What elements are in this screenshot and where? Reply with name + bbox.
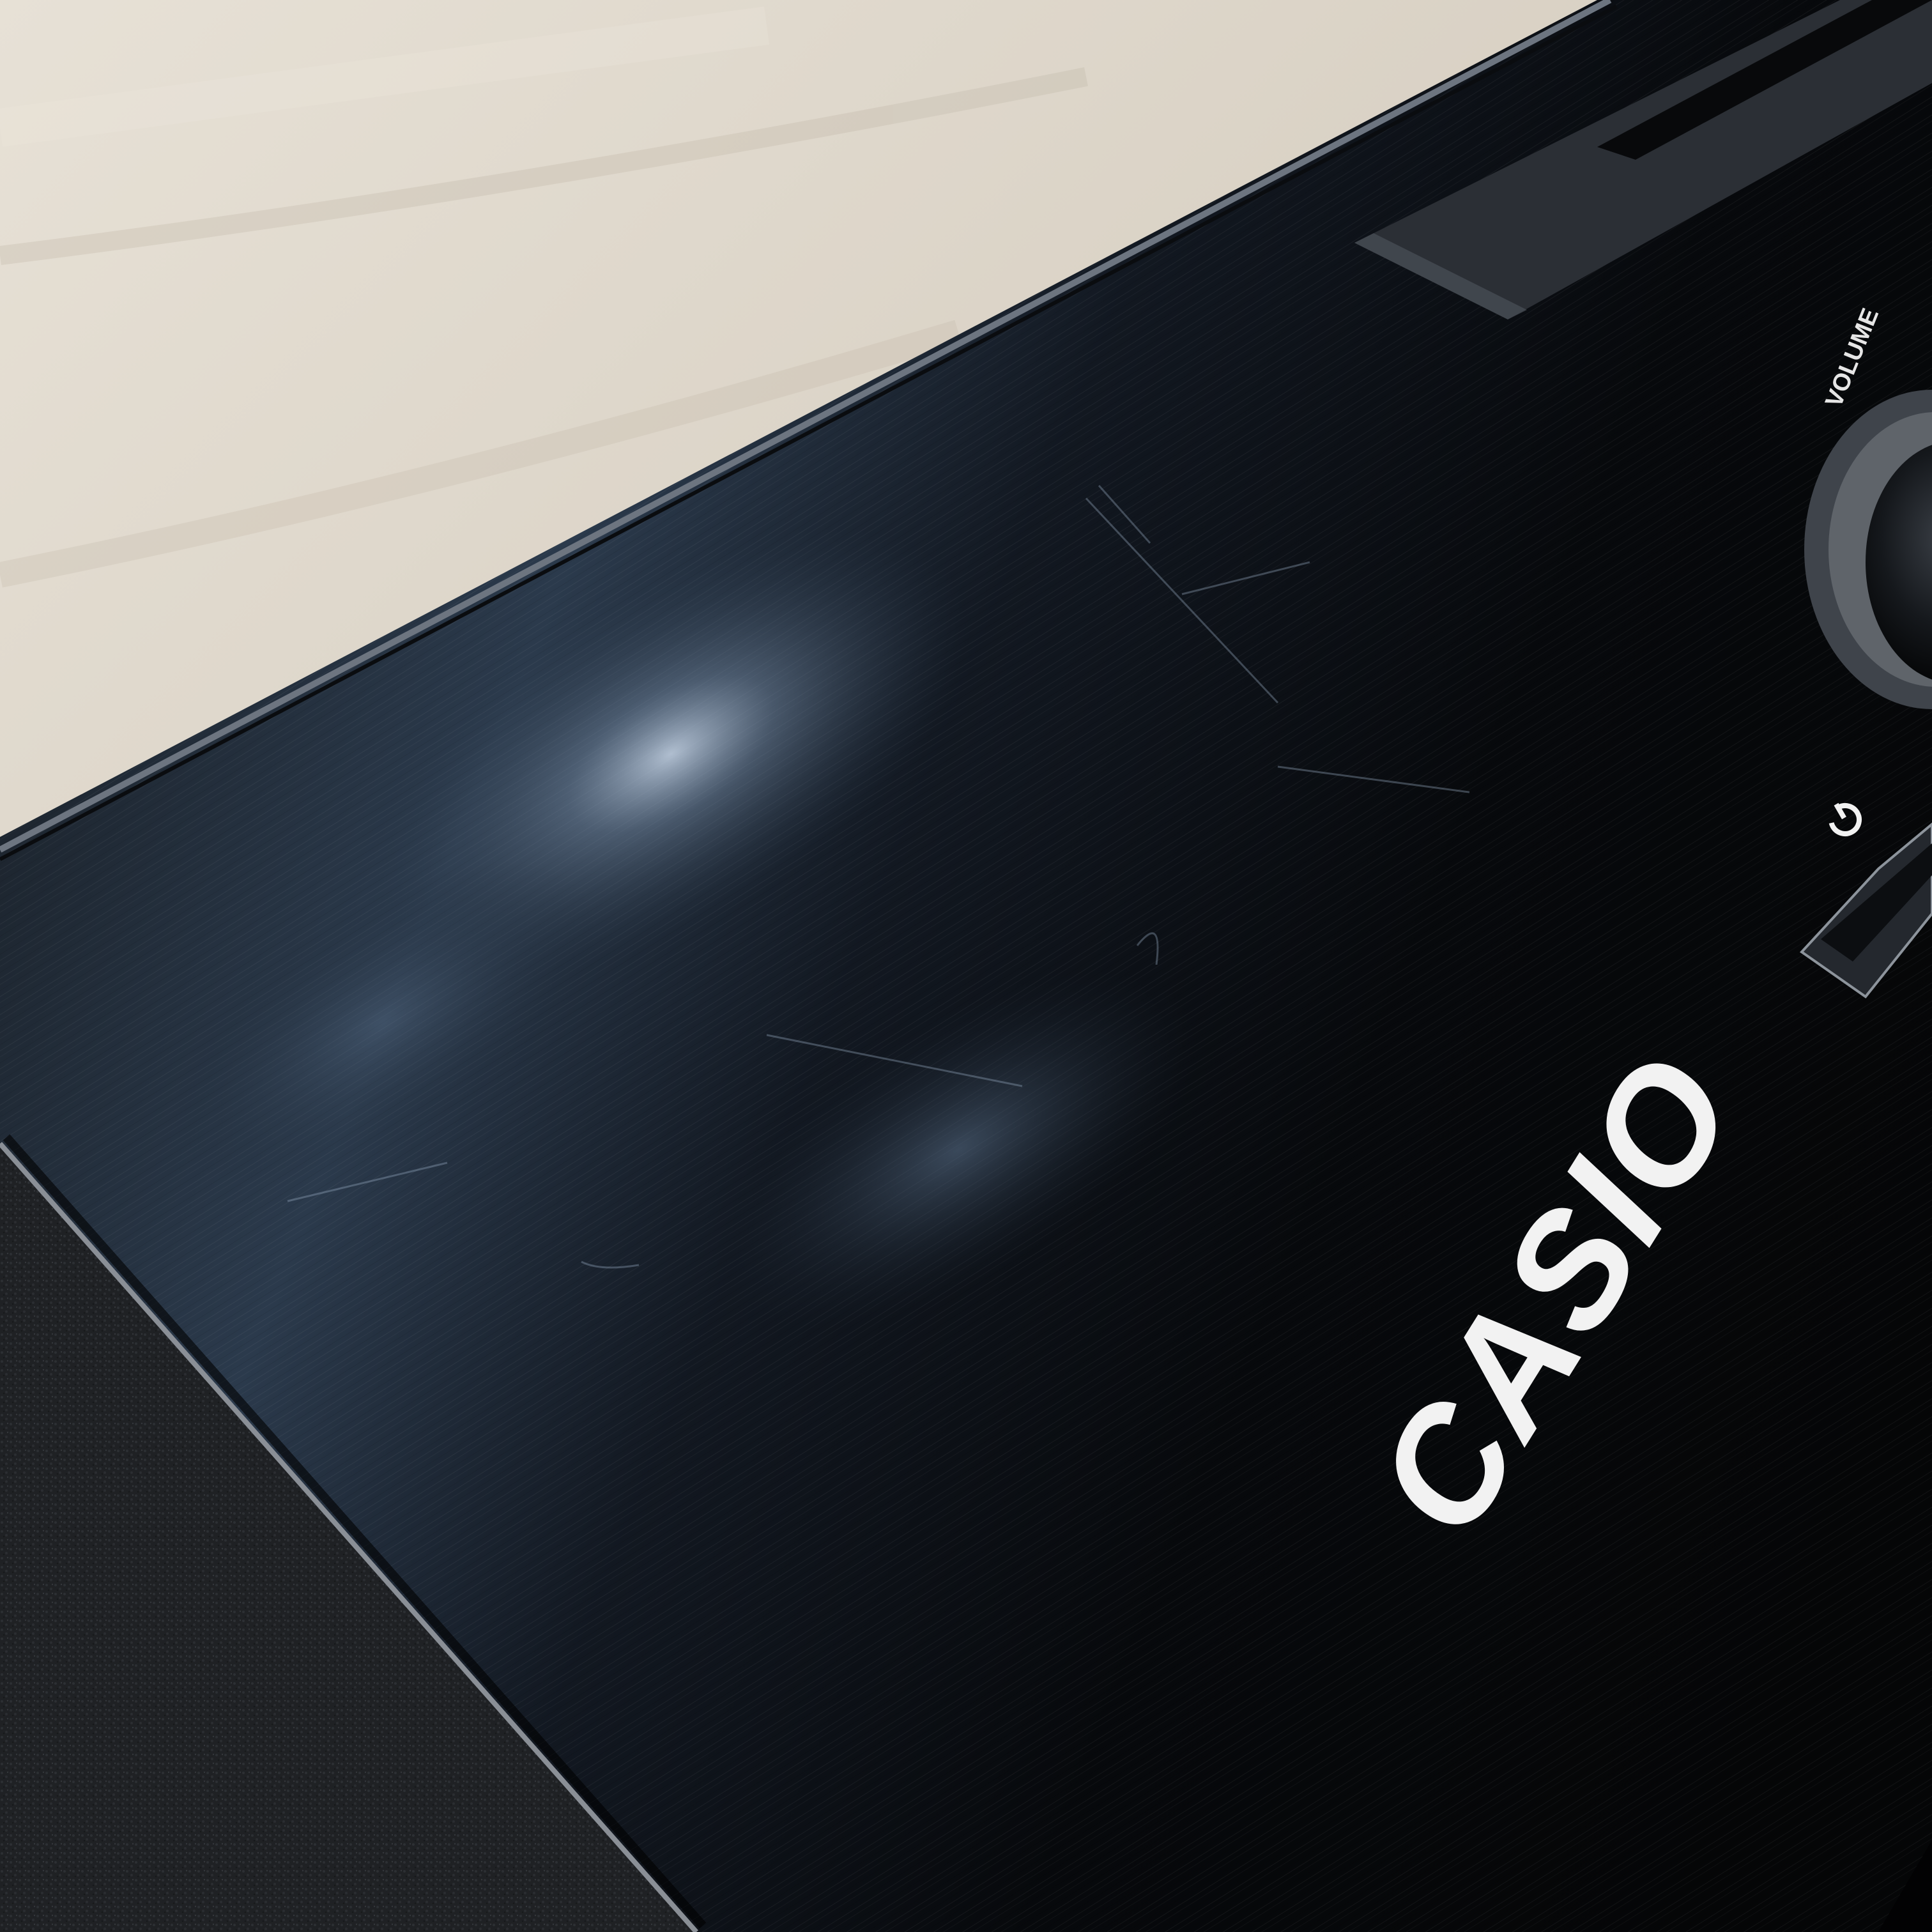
photo-scene: VOLUME CASIO bbox=[0, 0, 1932, 1932]
keyboard-photo: VOLUME CASIO bbox=[0, 0, 1932, 1932]
